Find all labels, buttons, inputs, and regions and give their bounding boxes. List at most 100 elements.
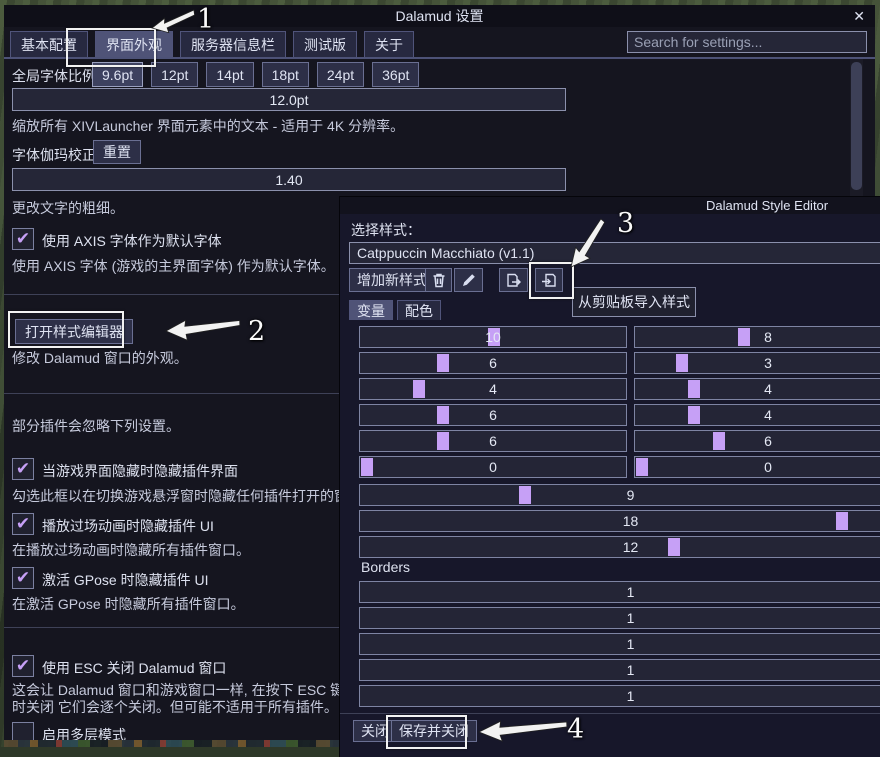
settings-title: Dalamud 设置 [4, 5, 875, 27]
plugin-note: 部分插件会忽略下列设置。 [12, 416, 180, 436]
border-slider0[interactable]: 1 [359, 581, 880, 603]
var-slider-r1-value: 3 [635, 353, 880, 373]
multi-layer-mode-checkbox[interactable] [12, 722, 34, 740]
axis-font-checkbox[interactable]: ✔ [12, 228, 34, 250]
var-slider-l2-value: 4 [360, 379, 626, 399]
style-select-value: Catppuccin Macchiato (v1.1) [357, 245, 534, 261]
pencil-icon[interactable] [454, 268, 483, 292]
font-scale-slider[interactable]: 12.0pt [12, 88, 566, 111]
var-slider-l1[interactable]: 6 [359, 352, 627, 374]
tab-server-info-bar[interactable]: 服务器信息栏 [180, 31, 286, 57]
hide-ui-when-game-ui-hidden-checkbox[interactable]: ✔ [12, 458, 34, 480]
font-gamma-slider-value: 1.40 [275, 172, 302, 188]
var-slider-r3-value: 4 [635, 405, 880, 425]
var-slider-wide0-value: 9 [360, 485, 880, 505]
style-editor-window: Dalamud Style Editor 选择样式： Catppuccin Ma… [339, 196, 880, 757]
border-slider2-value: 1 [360, 634, 880, 654]
hide-ui-in-gpose-checkbox[interactable]: ✔ [12, 567, 34, 589]
hide-ui-when-game-ui-hidden-checkbox-label: 当游戏界面隐藏时隐藏插件界面 [42, 461, 238, 481]
close-with-esc-checkbox[interactable]: ✔ [12, 655, 34, 677]
font-gamma-description: 更改文字的粗细。 [12, 198, 124, 218]
annotation-number-4: 4 [567, 714, 584, 745]
var-slider-wide0[interactable]: 9 [359, 484, 880, 506]
var-slider-r5[interactable]: 0 [634, 456, 880, 478]
import-tooltip: 从剪贴板导入样式 [572, 287, 696, 317]
var-slider-r4-value: 6 [635, 431, 880, 451]
tab-about[interactable]: 关于 [364, 31, 414, 57]
border-slider3[interactable]: 1 [359, 659, 880, 681]
var-slider-r0[interactable]: 8 [634, 326, 880, 348]
font-preset-24pt[interactable]: 24pt [317, 62, 364, 87]
hide-ui-in-cutscenes-checkbox-label: 播放过场动画时隐藏插件 UI [42, 516, 214, 536]
var-slider-wide2-value: 12 [360, 537, 880, 557]
font-preset-18pt[interactable]: 18pt [262, 62, 309, 87]
font-scale-description: 缩放所有 XIVLauncher 界面元素中的文本 - 适用于 4K 分辨率。 [12, 116, 404, 136]
var-slider-l3-value: 6 [360, 405, 626, 425]
hide-ui-when-game-ui-hidden-checkbox-description: 勾选此框以在切换游戏悬浮窗时隐藏任何插件打开的窗口。 [12, 486, 376, 506]
annotation-box-save [386, 715, 467, 749]
var-slider-l5[interactable]: 0 [359, 456, 627, 478]
editor-titlebar[interactable]: Dalamud Style Editor [340, 197, 880, 214]
hide-ui-in-gpose-checkbox-label: 激活 GPose 时隐藏插件 UI [42, 570, 208, 590]
gamma-reset-button[interactable]: 重置 [93, 140, 141, 164]
var-slider-l3[interactable]: 6 [359, 404, 627, 426]
var-slider-r5-value: 0 [635, 457, 880, 477]
axis-font-checkbox-description: 使用 AXIS 字体 (游戏的主界面字体) 作为默认字体。 [12, 256, 335, 276]
var-slider-r2-value: 4 [635, 379, 880, 399]
hide-ui-in-cutscenes-checkbox[interactable]: ✔ [12, 513, 34, 535]
border-slider3-value: 1 [360, 660, 880, 680]
hide-ui-in-cutscenes-checkbox-description: 在播放过场动画时隐藏所有插件窗口。 [12, 540, 250, 560]
annotation-number-2: 2 [248, 316, 265, 347]
var-slider-wide2[interactable]: 12 [359, 536, 880, 558]
annotation-number-1: 1 [197, 4, 214, 35]
editor-tab-bar: 变量配色 [349, 300, 441, 320]
tab-experimental[interactable]: 测试版 [293, 31, 357, 57]
settings-titlebar[interactable]: Dalamud 设置 ✕ [4, 5, 875, 27]
editor-tab-colors[interactable]: 配色 [397, 300, 441, 320]
font-preset-12pt[interactable]: 12pt [151, 62, 198, 87]
style-section-description: 修改 Dalamud 窗口的外观。 [12, 348, 188, 368]
multi-layer-mode-checkbox-label: 启用多层模式 [42, 725, 126, 740]
annotation-box-style-editor-button [8, 311, 124, 348]
close-with-esc-checkbox-label: 使用 ESC 关闭 Dalamud 窗口 [42, 658, 226, 678]
var-slider-l2[interactable]: 4 [359, 378, 627, 400]
font-scale-slider-value: 12.0pt [270, 92, 309, 108]
annotation-number-3: 3 [617, 208, 634, 239]
var-slider-r4[interactable]: 6 [634, 430, 880, 452]
add-style-button[interactable]: 增加新样式 [349, 268, 435, 292]
font-gamma-label: 字体伽玛校正 [12, 145, 96, 165]
borders-header: Borders [361, 559, 410, 575]
style-select-combo[interactable]: Catppuccin Macchiato (v1.1) [349, 242, 880, 264]
var-slider-l0-value: 10 [360, 327, 626, 347]
border-slider0-value: 1 [360, 582, 880, 602]
border-slider4[interactable]: 1 [359, 685, 880, 707]
var-slider-wide1[interactable]: 18 [359, 510, 880, 532]
settings-scrollbar-thumb[interactable] [851, 62, 862, 190]
font-preset-14pt[interactable]: 14pt [206, 62, 253, 87]
font-gamma-slider[interactable]: 1.40 [12, 168, 566, 191]
var-slider-l4-value: 6 [360, 431, 626, 451]
game-hotbar-strip [4, 739, 340, 747]
var-slider-l0[interactable]: 10 [359, 326, 627, 348]
var-slider-l4[interactable]: 6 [359, 430, 627, 452]
font-preset-36pt[interactable]: 36pt [372, 62, 419, 87]
annotation-box-tab [66, 28, 156, 67]
border-slider2[interactable]: 1 [359, 633, 880, 655]
border-slider1[interactable]: 1 [359, 607, 880, 629]
var-slider-r2[interactable]: 4 [634, 378, 880, 400]
var-slider-r1[interactable]: 3 [634, 352, 880, 374]
export-to-clipboard-icon[interactable] [499, 268, 528, 292]
var-slider-l1-value: 6 [360, 353, 626, 373]
close-icon[interactable]: ✕ [853, 5, 865, 27]
close-with-esc-checkbox-description: 这会让 Dalamud 窗口和游戏窗口一样, 在按下 ESC 键时关闭 它们会逐… [12, 682, 346, 716]
var-slider-r3[interactable]: 4 [634, 404, 880, 426]
global-font-scale-label: 全局字体比例 [12, 66, 96, 86]
var-slider-wide1-value: 18 [360, 511, 880, 531]
border-slider1-value: 1 [360, 608, 880, 628]
trash-icon[interactable] [425, 268, 452, 292]
editor-title: Dalamud Style Editor [706, 197, 828, 214]
editor-tab-variables[interactable]: 变量 [349, 300, 393, 320]
border-slider4-value: 1 [360, 686, 880, 706]
search-input[interactable] [627, 31, 867, 53]
hide-ui-in-gpose-checkbox-description: 在激活 GPose 时隐藏所有插件窗口。 [12, 594, 245, 614]
